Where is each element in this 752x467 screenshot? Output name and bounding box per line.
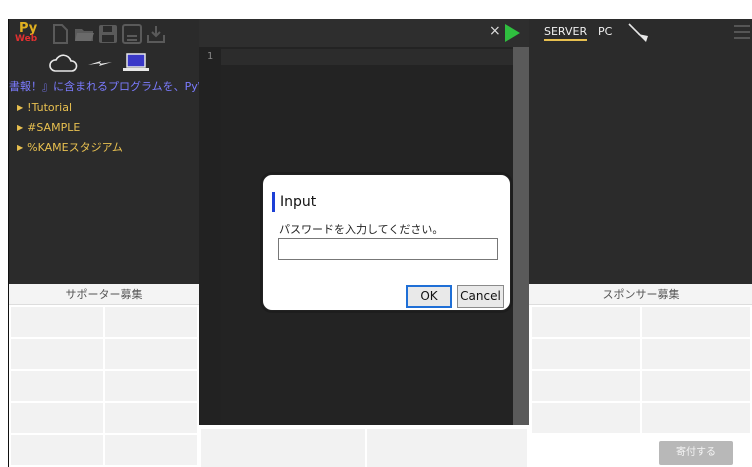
tree-item-label: #SAMPLE bbox=[27, 120, 81, 134]
tab-pc[interactable]: PC bbox=[598, 25, 612, 38]
editor-scrollbar[interactable] bbox=[513, 47, 529, 425]
close-tab-button[interactable]: × bbox=[489, 23, 501, 39]
menu-icon[interactable] bbox=[734, 25, 750, 43]
run-icon[interactable] bbox=[503, 23, 521, 43]
password-dialog: Input パスワードを入力してください。 OK Cancel bbox=[262, 174, 511, 311]
supporter-slot bbox=[11, 339, 103, 369]
supporter-slot bbox=[105, 403, 197, 433]
line-number: 1 bbox=[206, 51, 214, 62]
line-gutter: 1 bbox=[199, 47, 221, 425]
sponsor-slot bbox=[532, 371, 640, 401]
output-panel: SERVER PC bbox=[529, 19, 752, 284]
footer-slot bbox=[201, 429, 365, 467]
supporter-slot bbox=[11, 403, 103, 433]
supporter-title: サポーター募集 bbox=[9, 284, 199, 305]
sponsor-slot bbox=[532, 403, 640, 433]
sponsor-title: スポンサー募集 bbox=[529, 284, 752, 305]
sponsor-grid bbox=[529, 305, 752, 435]
editor-tabbar: × bbox=[199, 19, 529, 47]
donate-button[interactable]: 寄付する bbox=[659, 441, 733, 465]
sponsor-slot bbox=[642, 307, 750, 337]
dialog-accent-bar bbox=[272, 192, 275, 212]
sponsor-slot bbox=[642, 339, 750, 369]
tree-item-label: !Tutorial bbox=[27, 100, 73, 114]
cancel-button[interactable]: Cancel bbox=[457, 285, 504, 308]
expand-arrow-icon: ▶ bbox=[17, 102, 24, 112]
sponsor-slot bbox=[642, 403, 750, 433]
info-text: 書報！』に含まれるプログラムを、PyWeb. bbox=[9, 80, 226, 93]
sponsor-panel: スポンサー募集 寄付する bbox=[529, 284, 752, 467]
tree-item-label: %KAMEスタジアム bbox=[27, 141, 123, 154]
cloud-icon[interactable] bbox=[47, 51, 79, 75]
tab-server[interactable]: SERVER bbox=[544, 25, 588, 41]
dialog-message: パスワードを入力してください。 bbox=[279, 223, 444, 236]
supporter-slot bbox=[11, 435, 103, 465]
tree-item-sample[interactable]: ▶ #SAMPLE bbox=[17, 117, 199, 137]
supporter-slot bbox=[105, 339, 197, 369]
pyweb-logo: Py Web bbox=[15, 21, 38, 46]
ok-button[interactable]: OK bbox=[406, 285, 452, 308]
laptop-icon[interactable] bbox=[121, 51, 151, 75]
sponsor-slot bbox=[532, 339, 640, 369]
supporter-slot bbox=[105, 307, 197, 337]
download-icon[interactable] bbox=[145, 23, 167, 45]
program-tree: ▶ !Tutorial ▶ #SAMPLE ▶ %KAMEスタジアム bbox=[17, 97, 199, 157]
dialog-title: Input bbox=[280, 194, 317, 210]
supporter-slot bbox=[11, 371, 103, 401]
footer-slot bbox=[367, 429, 527, 467]
file-toolbar: Py Web bbox=[9, 19, 199, 51]
supporter-slot bbox=[105, 435, 197, 465]
open-folder-icon[interactable] bbox=[73, 23, 95, 45]
save-icon[interactable] bbox=[97, 23, 119, 45]
link-icon[interactable] bbox=[85, 51, 115, 75]
file-panel: Py Web 書報！』に含まれるプログラムを、PyWeb. ▶ !Tutoria… bbox=[9, 19, 225, 284]
expand-arrow-icon: ▶ bbox=[17, 122, 24, 132]
new-file-icon[interactable] bbox=[49, 23, 71, 45]
supporter-slot bbox=[105, 371, 197, 401]
sponsor-slot bbox=[642, 371, 750, 401]
editor-footer bbox=[199, 425, 529, 467]
logo-web: Web bbox=[15, 34, 38, 44]
tree-item-tutorial[interactable]: ▶ !Tutorial bbox=[17, 97, 199, 117]
active-line bbox=[221, 49, 513, 65]
expand-arrow-icon: ▶ bbox=[17, 142, 24, 152]
supporter-panel: サポーター募集 bbox=[9, 284, 199, 467]
sponsor-slot bbox=[532, 307, 640, 337]
supporter-slot bbox=[11, 307, 103, 337]
broom-icon[interactable] bbox=[627, 22, 651, 44]
password-input[interactable] bbox=[278, 238, 498, 260]
save-as-icon[interactable] bbox=[121, 23, 143, 45]
tree-item-kame-stadium[interactable]: ▶ %KAMEスタジアム bbox=[17, 137, 199, 157]
supporter-grid bbox=[9, 305, 199, 467]
connection-row bbox=[9, 51, 199, 77]
